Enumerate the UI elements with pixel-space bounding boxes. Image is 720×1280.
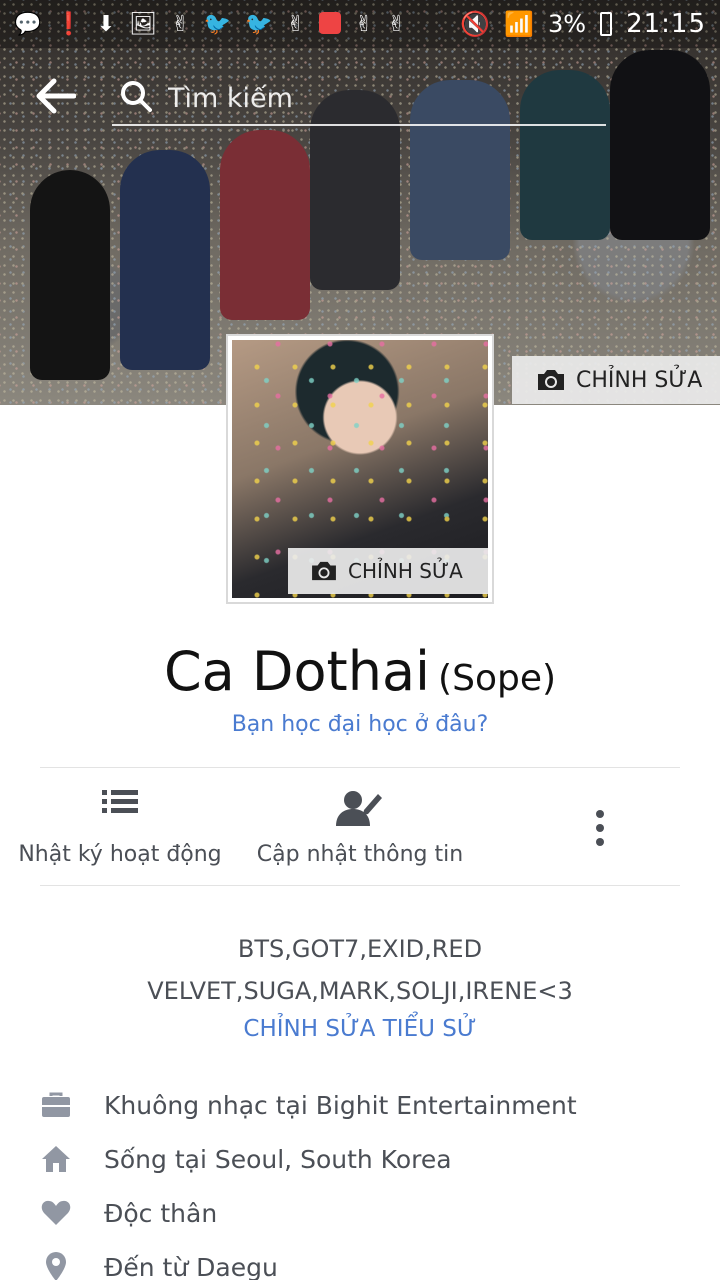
alert-icon: ❗ [55,11,83,37]
detail-text: Độc thân [104,1198,218,1228]
download-icon: ⬇ [96,11,116,37]
list-icon [102,790,138,813]
detail-hometown[interactable]: Đến từ Daegu [40,1240,680,1280]
wifi-icon: 📶 [504,10,534,38]
profile-name: Ca Dothai (Sope) [0,640,720,703]
edit-cover-button[interactable]: CHỈNH SỬA [512,356,720,404]
update-info-label: Cập nhật thông tin [256,842,464,867]
bio-line: BTS,GOT7,EXID,RED [237,935,483,963]
notification-icons: 💬 ❗ ⬇ 🖼 ✌ 🐦 🐦 ✌ ✌ ✌ [14,11,406,37]
victory-hand-icon: ✌ [171,11,190,37]
intro-details: Khuông nhạc tại Bighit Entertainment Sốn… [40,1078,680,1280]
edit-profile-picture-button[interactable]: CHỈNH SỬA [288,548,488,594]
detail-text: Sống tại Seoul, South Korea [104,1144,452,1174]
victory-hand-icon: ✌ [387,11,406,37]
edit-bio-link[interactable]: CHỈNH SỬA TIỂU SỬ [0,1016,720,1042]
search-icon [121,81,152,112]
detail-relationship[interactable]: Độc thân [40,1186,680,1240]
display-name: Ca Dothai [163,640,431,703]
add-education-link[interactable]: Bạn học đại học ở đâu? [0,712,720,737]
twitter-icon: 🐦 [245,11,273,37]
bio-text: BTS,GOT7,EXID,RED VELVET,SUGA,MARK,SOLJI… [0,928,720,1012]
edit-profile-icon [336,791,382,826]
search-input[interactable] [168,76,588,120]
location-pin-icon [40,1251,72,1280]
divider [40,885,680,886]
image-icon: 🖼 [129,11,158,37]
top-nav [0,60,720,130]
bio-line: VELVET,SUGA,MARK,SOLJI,IRENE<3 [147,977,573,1005]
activity-log-label: Nhật ký hoạt động [18,842,222,867]
clock: 21:15 [626,9,706,39]
camera-icon [538,370,564,390]
victory-hand-icon: ✌ [354,11,374,37]
search-bar[interactable] [112,70,606,126]
cover-figure [30,170,110,380]
detail-text: Đến từ Daegu [104,1252,278,1280]
app-icon [318,11,341,34]
update-info-button[interactable]: Cập nhật thông tin [250,770,470,884]
detail-text: Khuông nhạc tại Bighit Entertainment [104,1090,577,1120]
activity-log-button[interactable]: Nhật ký hoạt động [10,770,230,884]
home-icon [40,1143,72,1175]
back-arrow-icon[interactable] [34,78,76,114]
profile-picture[interactable]: CHỈNH SỬA [226,334,494,604]
detail-lives-in[interactable]: Sống tại Seoul, South Korea [40,1132,680,1186]
system-status: 🔇 📶 3% 21:15 [460,9,706,39]
victory-hand-icon: ✌ [286,11,305,37]
edit-cover-label: CHỈNH SỬA [576,367,703,393]
twitter-icon: 🐦 [203,11,232,37]
profile-photo: CHỈNH SỬA [232,340,488,598]
edit-avatar-label: CHỈNH SỬA [348,559,463,583]
status-bar: 💬 ❗ ⬇ 🖼 ✌ 🐦 🐦 ✌ ✌ ✌ 🔇 📶 3% 21:15 [0,0,720,48]
heart-icon [40,1197,72,1229]
camera-icon [312,561,336,581]
briefcase-icon [40,1089,72,1121]
divider [40,767,680,768]
battery-icon [600,12,613,36]
profile-actions: Nhật ký hoạt động Cập nhật thông tin [0,770,720,884]
mute-icon: 🔇 [460,10,491,38]
more-options-icon[interactable] [588,808,612,848]
chat-bubble-icon: 💬 [14,11,42,37]
detail-work[interactable]: Khuông nhạc tại Bighit Entertainment [40,1078,680,1132]
battery-percent: 3% [547,10,587,38]
cover-figure [220,130,310,320]
alternate-name: (Sope) [438,658,557,699]
cover-figure [120,150,210,370]
